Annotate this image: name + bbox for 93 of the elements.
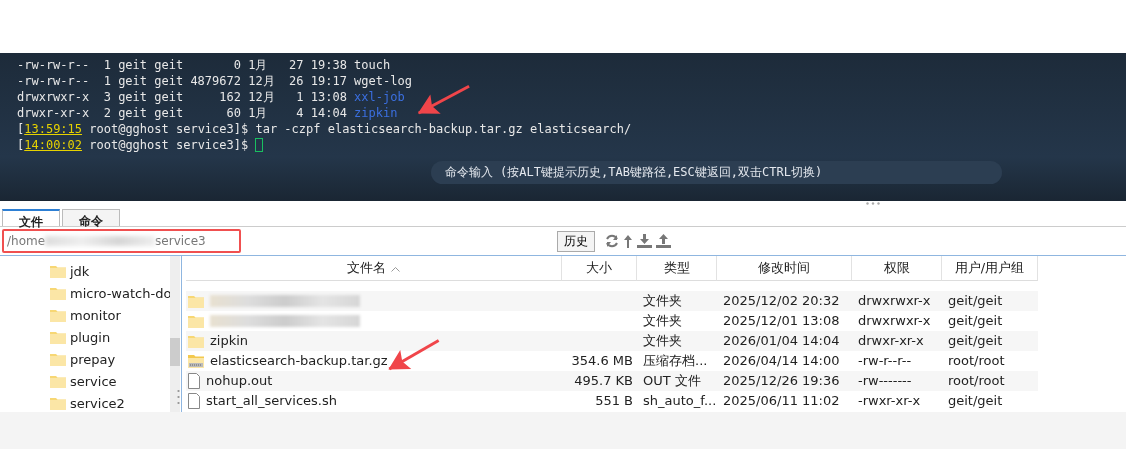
- permissions: -rw-------: [858, 373, 912, 388]
- owner: root/root: [948, 353, 1005, 368]
- file-name: start_all_services.sh: [206, 392, 337, 410]
- table-row[interactable]: 文件夹 2025/12/02 20:32 drwxrwxr-x geit/geit: [186, 291, 1038, 311]
- modified-time: 2025/12/02 20:32: [723, 293, 840, 308]
- folder-icon: [50, 286, 66, 300]
- prompt-bracket: [: [17, 137, 25, 153]
- file-icon: [188, 393, 200, 409]
- file-icon: [188, 373, 200, 389]
- prompt-text: root@gghost service3]$: [88, 137, 250, 153]
- resize-grip[interactable]: [177, 388, 180, 406]
- archive-icon: [188, 354, 204, 368]
- tree-item[interactable]: jdk: [70, 263, 90, 279]
- owner: root/root: [948, 373, 1005, 388]
- tab[interactable]: 命令: [62, 209, 120, 226]
- terminal-line: drwxrwxr-x 3 geit geit 162 12月 1 13:08: [17, 89, 348, 105]
- terminal-filename: wget-log: [354, 73, 412, 89]
- table-row[interactable]: 文件夹 2025/12/01 13:08 drwxrwxr-x geit/geit: [186, 311, 1038, 331]
- history-button[interactable]: 历史: [557, 230, 595, 252]
- folder-icon: [50, 330, 66, 344]
- owner: geit/geit: [948, 333, 1003, 348]
- permissions: -rwxr-xr-x: [858, 393, 921, 408]
- column-header[interactable]: 权限: [852, 256, 942, 281]
- file-size: 551 B: [595, 393, 633, 408]
- file-type: sh_auto_f...: [643, 393, 717, 408]
- table-row[interactable]: elasticsearch-backup.tar.gz 354.6 MB 压缩存档... 2026/04/14 14:00 -rw-r--r-- root/root: [186, 351, 1038, 371]
- column-header[interactable]: 用户/用户组: [942, 256, 1038, 281]
- folder-icon: [50, 396, 66, 410]
- tree-item[interactable]: service: [70, 373, 117, 389]
- owner: geit/geit: [948, 313, 1003, 328]
- modified-time: 2025/12/26 19:36: [723, 373, 840, 388]
- column-header[interactable]: 修改时间: [717, 256, 852, 281]
- file-type: 压缩存档...: [643, 353, 708, 368]
- sort-icon: [390, 266, 400, 272]
- modified-time: 2026/01/04 14:04: [723, 333, 840, 348]
- file-type: 文件夹: [643, 333, 682, 348]
- file-name: elasticsearch-backup.tar.gz: [210, 352, 388, 370]
- table-row[interactable]: start_all_services.sh 551 B sh_auto_f... 2025/06/11 11:02 -rwxr-xr-x geit/geit: [186, 391, 1038, 411]
- arrow-annotation: [388, 339, 440, 371]
- folder-icon: [50, 374, 66, 388]
- folder-icon: [188, 314, 204, 328]
- file-type: 文件夹: [643, 313, 682, 328]
- terminal-command: tar -czpf elasticsearch-backup.tar.gz elasticsearch/: [255, 121, 632, 137]
- folder-icon: [50, 308, 66, 322]
- terminal-line: -rw-rw-r-- 1 geit geit 0 1月 27 19:38: [17, 57, 348, 73]
- permissions: -rw-r--r--: [858, 353, 912, 368]
- modified-time: 2026/04/14 14:00: [723, 353, 840, 368]
- column-header[interactable]: 类型: [637, 256, 717, 281]
- tree-item[interactable]: monitor: [70, 307, 121, 323]
- splitter-handle[interactable]: [866, 202, 880, 205]
- terminal-filename: zipkin: [354, 105, 398, 121]
- file-name: zipkin: [210, 332, 249, 350]
- modified-time: 2025/06/11 11:02: [723, 393, 840, 408]
- terminal-line: -rw-rw-r-- 1 geit geit 4879672 12月 26 19:17: [17, 73, 348, 89]
- permissions: drwxrwxr-x: [858, 313, 931, 328]
- folder-icon: [188, 334, 204, 348]
- file-type: OUT 文件: [643, 373, 701, 388]
- terminal-line: drwxr-xr-x 2 geit geit 60 1月 4 14:04: [17, 105, 348, 121]
- permissions: drwxr-xr-x: [858, 333, 924, 348]
- file-size: 354.6 MB: [571, 353, 633, 368]
- tree-item[interactable]: service2: [70, 395, 125, 411]
- tree-item[interactable]: prepay: [70, 351, 116, 367]
- up-arrow-icon[interactable]: [623, 234, 633, 248]
- modified-time: 2025/12/01 13:08: [723, 313, 840, 328]
- table-row[interactable]: zipkin 文件夹 2026/01/04 14:04 drwxr-xr-x geit/geit: [186, 331, 1038, 351]
- command-input-hint[interactable]: 命令输入 (按ALT键提示历史,TAB键路径,ESC键返回,双击CTRL切换): [430, 161, 1003, 184]
- file-type: 文件夹: [643, 293, 682, 308]
- column-header[interactable]: 大小: [562, 256, 637, 281]
- arrow-annotation: [417, 84, 470, 115]
- tree-item[interactable]: micro-watch-do: [70, 285, 172, 301]
- folder-icon: [50, 264, 66, 278]
- path-field[interactable]: /home service3: [2, 229, 241, 253]
- prompt-time: 13:59:15: [24, 121, 83, 137]
- folder-icon: [50, 352, 66, 366]
- folder-icon: [188, 294, 204, 308]
- column-header[interactable]: 文件名: [186, 256, 562, 281]
- terminal-filename: touch: [354, 57, 391, 73]
- scrollbar-thumb[interactable]: [170, 338, 180, 366]
- prompt-time: 14:00:02: [24, 137, 83, 153]
- prompt-bracket: [: [17, 121, 25, 137]
- refresh-icon[interactable]: [605, 234, 619, 248]
- terminal-filename: xxl-job: [354, 89, 405, 105]
- permissions: drwxrwxr-x: [858, 293, 931, 308]
- owner: geit/geit: [948, 393, 1003, 408]
- prompt-text: root@gghost service3]$: [88, 121, 250, 137]
- owner: geit/geit: [948, 293, 1003, 308]
- tree-item[interactable]: plugin: [70, 329, 111, 345]
- table-row[interactable]: nohup.out 495.7 KB OUT 文件 2025/12/26 19:36 -rw------- root/root: [186, 371, 1038, 391]
- download-icon[interactable]: [637, 234, 652, 248]
- file-name: nohup.out: [206, 372, 273, 390]
- file-size: 495.7 KB: [574, 373, 633, 388]
- tab[interactable]: 文件: [2, 209, 60, 226]
- upload-icon[interactable]: [656, 234, 671, 248]
